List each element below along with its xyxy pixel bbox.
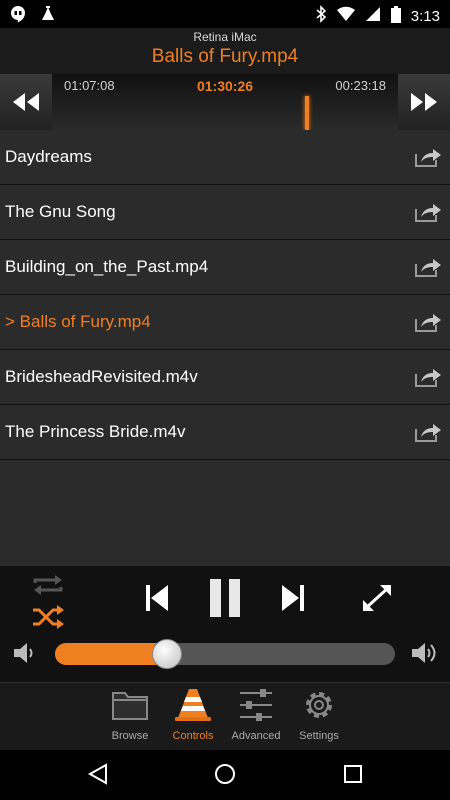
tab-browse[interactable]: Browse bbox=[95, 687, 165, 742]
playlist-item-current[interactable]: > Balls of Fury.mp4 bbox=[0, 295, 450, 350]
shuffle-button[interactable] bbox=[30, 604, 66, 630]
remaining-time: 00:23:18 bbox=[335, 78, 386, 93]
system-nav-bar bbox=[0, 750, 450, 800]
fast-forward-button[interactable] bbox=[398, 74, 450, 130]
share-icon[interactable] bbox=[414, 256, 442, 283]
playhead-marker[interactable] bbox=[305, 96, 309, 130]
seek-timeline[interactable]: 01:07:08 01:30:26 00:23:18 bbox=[52, 74, 398, 130]
next-button[interactable] bbox=[277, 580, 309, 616]
bluetooth-icon bbox=[315, 5, 327, 28]
tab-label: Browse bbox=[111, 730, 149, 742]
pause-button[interactable] bbox=[204, 576, 246, 620]
share-icon[interactable] bbox=[414, 366, 442, 393]
signal-icon bbox=[365, 6, 381, 27]
tab-advanced[interactable]: Advanced bbox=[221, 687, 291, 742]
tab-label: Settings bbox=[299, 730, 339, 742]
share-icon[interactable] bbox=[414, 146, 442, 173]
playlist-empty-area bbox=[0, 462, 450, 566]
playlist: Daydreams The Gnu Song Building_on_the_P… bbox=[0, 130, 450, 462]
playlist-item-label: The Princess Bride.m4v bbox=[5, 422, 186, 441]
volume-low-icon[interactable] bbox=[12, 642, 38, 669]
skip-previous-icon bbox=[146, 585, 168, 611]
scrubber: 01:07:08 01:30:26 00:23:18 bbox=[0, 74, 450, 130]
playlist-item-label: The Gnu Song bbox=[5, 202, 116, 221]
share-icon[interactable] bbox=[414, 421, 442, 448]
rewind-button[interactable] bbox=[0, 74, 52, 130]
volume-slider[interactable] bbox=[55, 639, 395, 669]
device-name: Retina iMac bbox=[193, 30, 257, 44]
shuffle-icon bbox=[33, 605, 64, 629]
playlist-item[interactable]: The Princess Bride.m4v bbox=[0, 405, 450, 460]
playlist-item-label: Daydreams bbox=[5, 147, 92, 166]
volume-thumb[interactable] bbox=[152, 639, 183, 669]
wifi-icon bbox=[336, 6, 355, 27]
skip-next-icon bbox=[282, 585, 304, 611]
fast-forward-icon bbox=[411, 93, 437, 111]
vlc-cone-icon bbox=[175, 689, 211, 721]
share-icon[interactable] bbox=[414, 201, 442, 228]
rewind-icon bbox=[13, 93, 39, 111]
volume-fill bbox=[55, 643, 168, 665]
playlist-item-label: Building_on_the_Past.mp4 bbox=[5, 257, 209, 276]
volume-high-icon[interactable] bbox=[410, 642, 440, 669]
playlist-item-label: BridesheadRevisited.m4v bbox=[5, 367, 198, 386]
gear-icon bbox=[306, 692, 332, 718]
tab-controls[interactable]: Controls bbox=[158, 687, 228, 742]
recents-icon[interactable] bbox=[341, 762, 365, 791]
folder-icon bbox=[112, 692, 148, 720]
playlist-item-label: > Balls of Fury.mp4 bbox=[5, 312, 151, 331]
fullscreen-button[interactable] bbox=[360, 582, 394, 614]
tab-label: Advanced bbox=[231, 730, 281, 742]
notification-icon bbox=[40, 5, 56, 28]
hangouts-icon bbox=[10, 5, 26, 28]
pause-icon bbox=[210, 579, 240, 617]
battery-icon bbox=[390, 5, 401, 28]
volume-bar bbox=[0, 630, 450, 674]
fullscreen-icon bbox=[363, 585, 391, 611]
sliders-icon bbox=[240, 689, 272, 721]
tab-label: Controls bbox=[172, 730, 214, 742]
home-icon[interactable] bbox=[213, 762, 237, 791]
playlist-item[interactable]: The Gnu Song bbox=[0, 185, 450, 240]
playlist-item[interactable]: BridesheadRevisited.m4v bbox=[0, 350, 450, 405]
tab-settings[interactable]: Settings bbox=[284, 687, 354, 742]
now-playing-title: Balls of Fury.mp4 bbox=[151, 46, 299, 67]
repeat-icon bbox=[33, 575, 63, 595]
playlist-item[interactable]: Daydreams bbox=[0, 130, 450, 185]
share-icon[interactable] bbox=[414, 311, 442, 338]
status-time: 3:13 bbox=[410, 8, 440, 25]
status-bar: 3:13 bbox=[0, 0, 450, 28]
repeat-button[interactable] bbox=[30, 572, 66, 598]
back-icon[interactable] bbox=[86, 762, 110, 791]
now-playing-header: Retina iMac Balls of Fury.mp4 bbox=[0, 28, 450, 74]
tab-bar: Browse Controls Advanced Settings bbox=[0, 682, 450, 750]
previous-button[interactable] bbox=[141, 580, 173, 616]
playlist-item[interactable]: Building_on_the_Past.mp4 bbox=[0, 240, 450, 295]
